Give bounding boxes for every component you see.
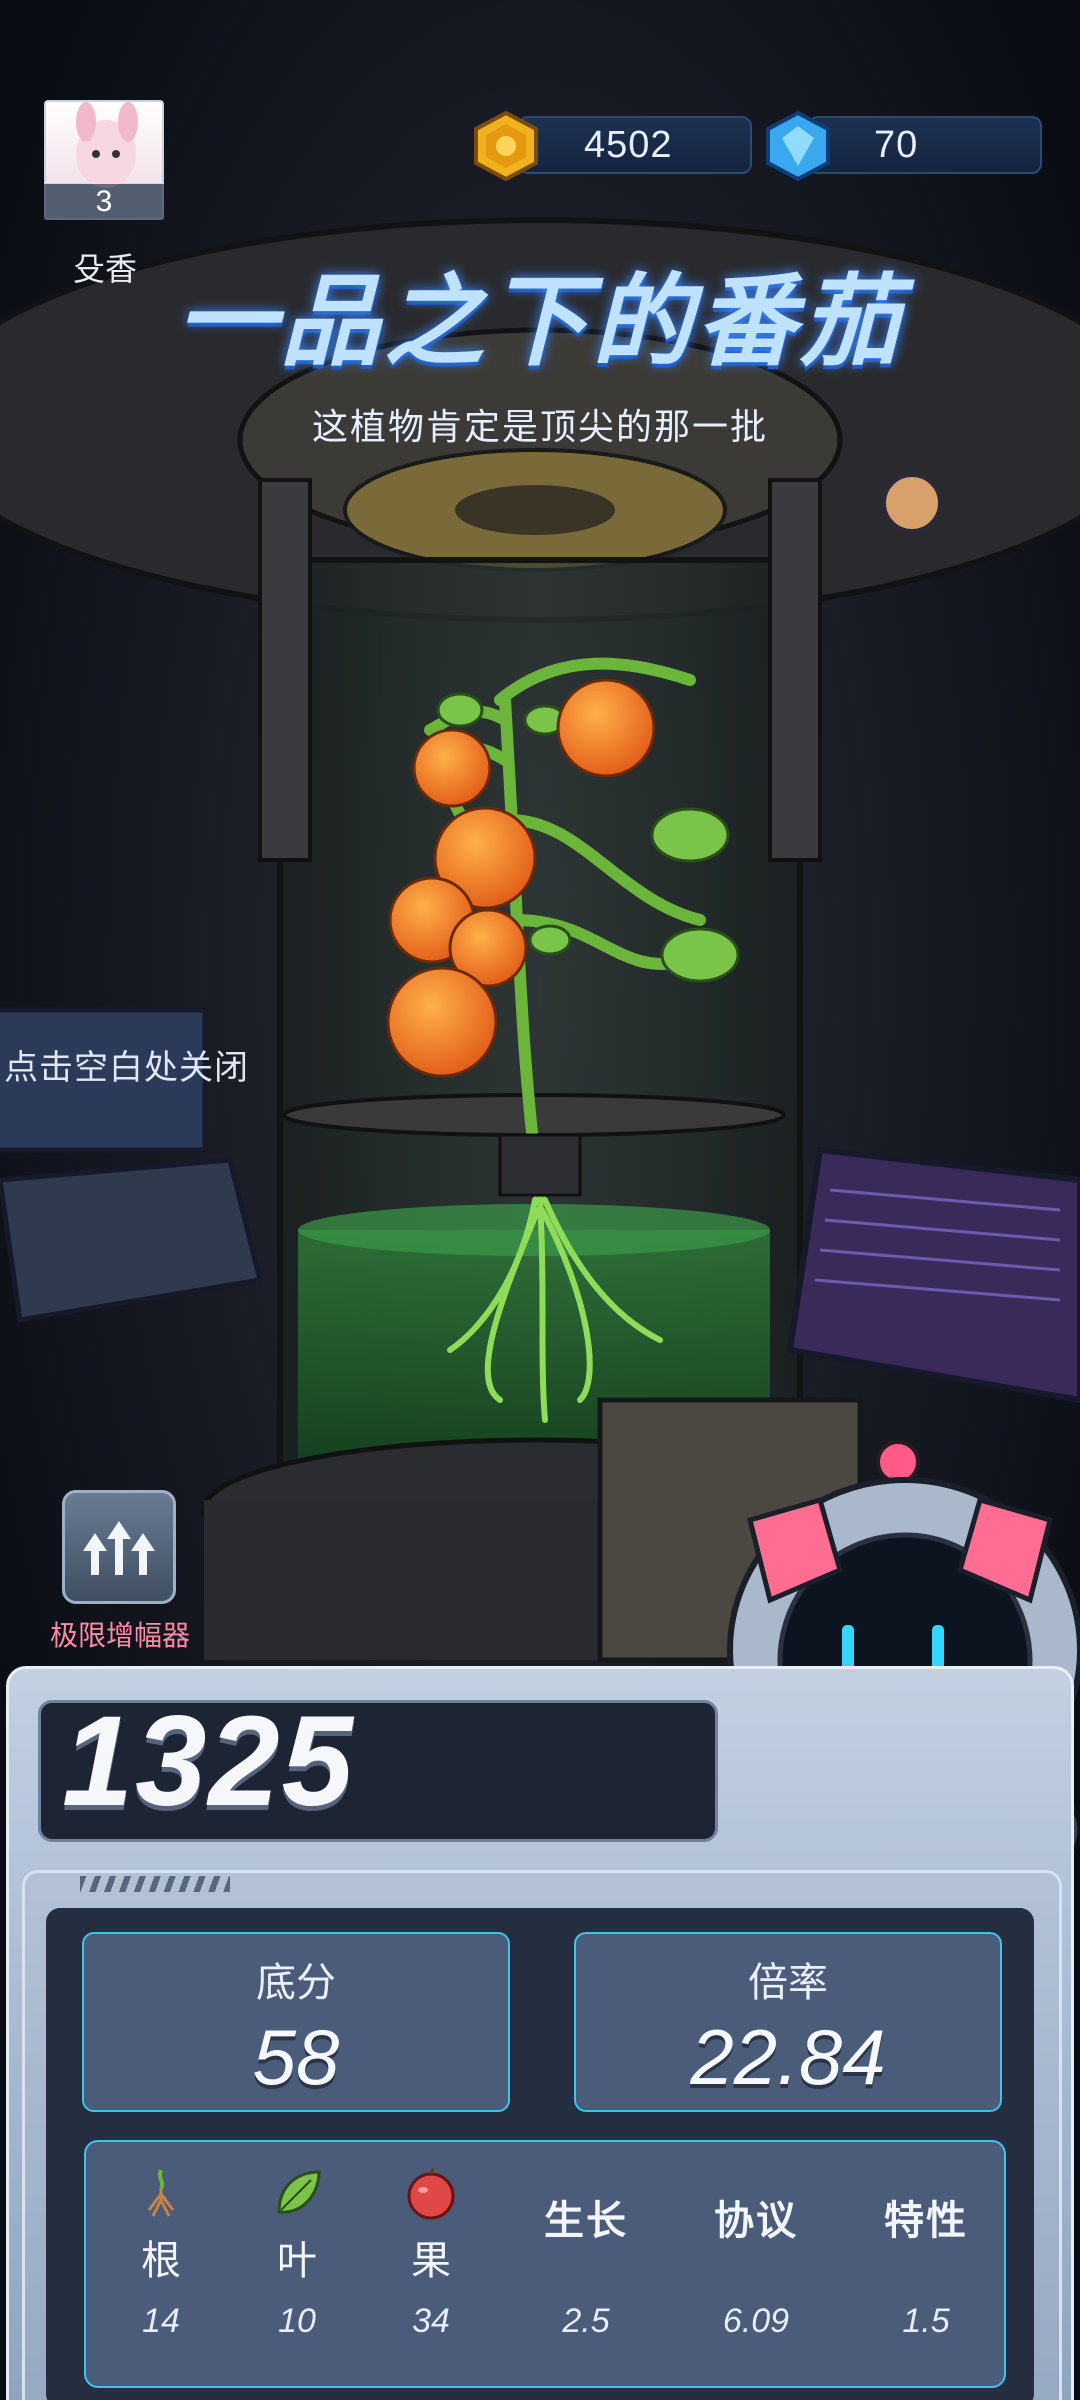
blue-gem-icon bbox=[766, 110, 830, 182]
apple-icon bbox=[407, 2167, 455, 2220]
detail-growth-label: 生长 bbox=[544, 2199, 628, 2243]
gem-value: 70 bbox=[874, 124, 919, 166]
player-level-badge: 3 bbox=[44, 184, 164, 220]
detail-protocol-value: 6.09 bbox=[722, 2302, 790, 2340]
root-icon bbox=[147, 2169, 175, 2217]
detail-fruit-label: 果 bbox=[411, 2239, 451, 2283]
coin-counter[interactable]: 4502 bbox=[518, 116, 752, 174]
detail-trait: 特性 1.5 bbox=[846, 2142, 1006, 2390]
detail-fruit-value: 34 bbox=[412, 2302, 450, 2340]
detail-growth-value: 2.5 bbox=[562, 2302, 610, 2340]
multiplier-box: 倍率 22.84 bbox=[574, 1932, 1002, 2112]
score-breakdown: 根 14 叶 10 果 34 生长 2.5 协议 6.09 特性 1.5 bbox=[84, 2140, 1006, 2388]
total-score: 1325 bbox=[62, 1690, 355, 1833]
detail-leaf-value: 10 bbox=[278, 2302, 316, 2340]
detail-leaf: 叶 10 bbox=[232, 2142, 362, 2390]
star-badge-icon bbox=[882, 473, 942, 533]
base-score-value: 58 bbox=[252, 2013, 340, 2101]
detail-root: 根 14 bbox=[96, 2142, 226, 2390]
leaf-icon bbox=[277, 2170, 321, 2214]
detail-protocol-label: 协议 bbox=[714, 2199, 798, 2243]
detail-root-value: 14 bbox=[142, 2302, 180, 2340]
detail-root-label: 根 bbox=[141, 2239, 181, 2283]
plant-title: 一品之下的番茄 bbox=[176, 266, 904, 378]
coin-value: 4502 bbox=[584, 124, 673, 166]
detail-leaf-label: 叶 bbox=[277, 2239, 317, 2283]
plant-subtitle: 这植物肯定是顶尖的那一批 bbox=[311, 406, 768, 447]
close-hint[interactable]: 点击空白处关闭 bbox=[4, 1040, 249, 1089]
multiplier-value: 22.84 bbox=[690, 2013, 886, 2101]
detail-protocol: 协议 6.09 bbox=[676, 2142, 836, 2390]
detail-fruit: 果 34 bbox=[366, 2142, 496, 2390]
base-score-box: 底分 58 bbox=[82, 1932, 510, 2112]
gold-coin-icon bbox=[474, 110, 538, 182]
panel-stripe bbox=[80, 1876, 230, 1892]
amplifier-label: 极限增幅器 bbox=[49, 1620, 190, 1651]
amplifier-button[interactable] bbox=[62, 1490, 176, 1604]
detail-growth: 生长 2.5 bbox=[506, 2142, 666, 2390]
triple-arrow-up-icon bbox=[83, 1521, 155, 1575]
multiplier-label: 倍率 bbox=[748, 1961, 828, 2005]
base-score-label: 底分 bbox=[256, 1961, 336, 2005]
detail-trait-label: 特性 bbox=[884, 2199, 968, 2243]
detail-trait-value: 1.5 bbox=[902, 2302, 950, 2340]
gem-counter[interactable]: 70 bbox=[808, 116, 1042, 174]
avatar-portrait-icon bbox=[76, 102, 138, 188]
